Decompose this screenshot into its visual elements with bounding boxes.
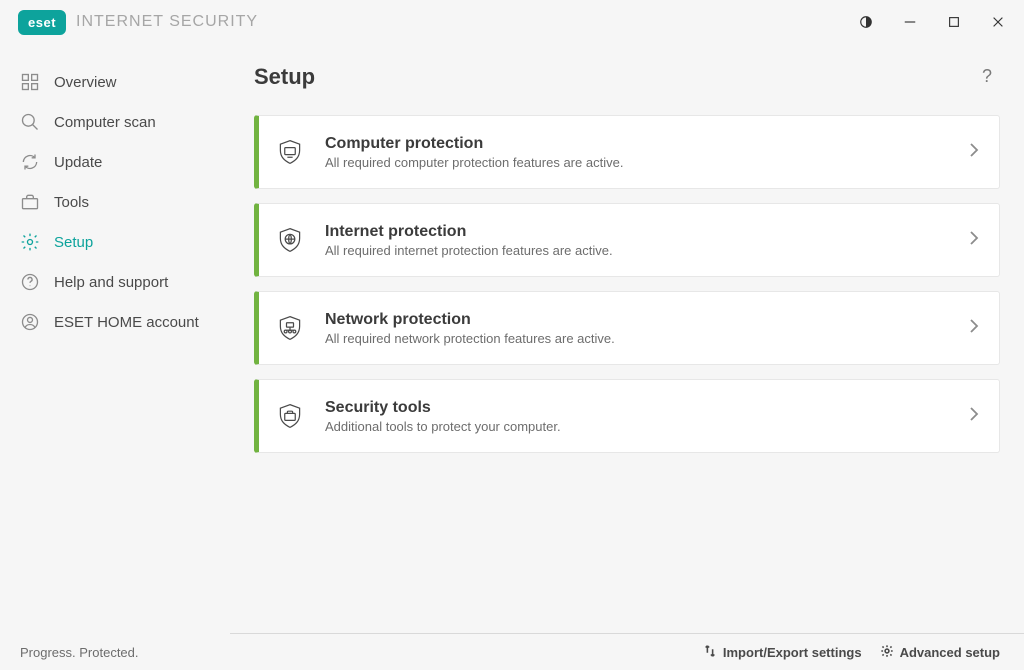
card-title: Network protection (325, 311, 969, 329)
titlebar: eset INTERNET SECURITY (0, 0, 1024, 44)
gear-icon (880, 644, 894, 661)
sidebar-item-computer-scan[interactable]: Computer scan (0, 102, 230, 142)
import-export-label: Import/Export settings (723, 645, 862, 660)
card-subtitle: All required computer protection feature… (325, 155, 969, 170)
shield-monitor-icon (275, 137, 305, 167)
card-subtitle: All required internet protection feature… (325, 243, 969, 258)
sidebar-item-label: Help and support (54, 274, 168, 291)
card-title: Internet protection (325, 223, 969, 241)
contrast-icon[interactable] (844, 6, 888, 38)
divider (230, 633, 1024, 634)
sidebar: Overview Computer scan Update Tools Setu (0, 44, 230, 634)
tagline: Progress. Protected. (20, 645, 139, 660)
footer: Progress. Protected. Import/Export setti… (0, 634, 1024, 670)
page-help-button[interactable]: ? (974, 62, 1000, 91)
maximize-button[interactable] (932, 6, 976, 38)
sidebar-item-label: ESET HOME account (54, 314, 199, 331)
tools-icon (20, 192, 40, 212)
sidebar-item-label: Setup (54, 234, 93, 251)
sidebar-item-label: Overview (54, 74, 117, 91)
chevron-right-icon (969, 318, 979, 339)
sidebar-item-overview[interactable]: Overview (0, 62, 230, 102)
sidebar-item-update[interactable]: Update (0, 142, 230, 182)
card-subtitle: All required network protection features… (325, 331, 969, 346)
card-subtitle: Additional tools to protect your compute… (325, 419, 969, 434)
import-export-icon (703, 644, 717, 661)
magnify-icon (20, 112, 40, 132)
sidebar-item-label: Update (54, 154, 102, 171)
sidebar-item-label: Computer scan (54, 114, 156, 131)
advanced-setup-button[interactable]: Advanced setup (880, 644, 1000, 661)
sidebar-item-label: Tools (54, 194, 89, 211)
card-title: Security tools (325, 399, 969, 417)
shield-globe-icon (275, 225, 305, 255)
help-icon (20, 272, 40, 292)
card-internet-protection[interactable]: Internet protection All required interne… (254, 203, 1000, 277)
card-title: Computer protection (325, 135, 969, 153)
card-network-protection[interactable]: Network protection All required network … (254, 291, 1000, 365)
shield-briefcase-icon (275, 401, 305, 431)
chevron-right-icon (969, 142, 979, 163)
chevron-right-icon (969, 230, 979, 251)
chevron-right-icon (969, 406, 979, 427)
overview-icon (20, 72, 40, 92)
close-button[interactable] (976, 6, 1020, 38)
card-security-tools[interactable]: Security tools Additional tools to prote… (254, 379, 1000, 453)
shield-network-icon (275, 313, 305, 343)
import-export-button[interactable]: Import/Export settings (703, 644, 862, 661)
minimize-button[interactable] (888, 6, 932, 38)
sidebar-item-account[interactable]: ESET HOME account (0, 302, 230, 342)
card-computer-protection[interactable]: Computer protection All required compute… (254, 115, 1000, 189)
sidebar-item-setup[interactable]: Setup (0, 222, 230, 262)
brand-logo: eset (18, 10, 66, 35)
main-content: Setup ? Computer protection All required… (230, 44, 1024, 634)
window-controls (844, 6, 1020, 38)
advanced-setup-label: Advanced setup (900, 645, 1000, 660)
update-icon (20, 152, 40, 172)
sidebar-item-tools[interactable]: Tools (0, 182, 230, 222)
gear-icon (20, 232, 40, 252)
product-name: INTERNET SECURITY (76, 13, 258, 31)
page-title: Setup (254, 64, 315, 90)
account-icon (20, 312, 40, 332)
sidebar-item-help[interactable]: Help and support (0, 262, 230, 302)
